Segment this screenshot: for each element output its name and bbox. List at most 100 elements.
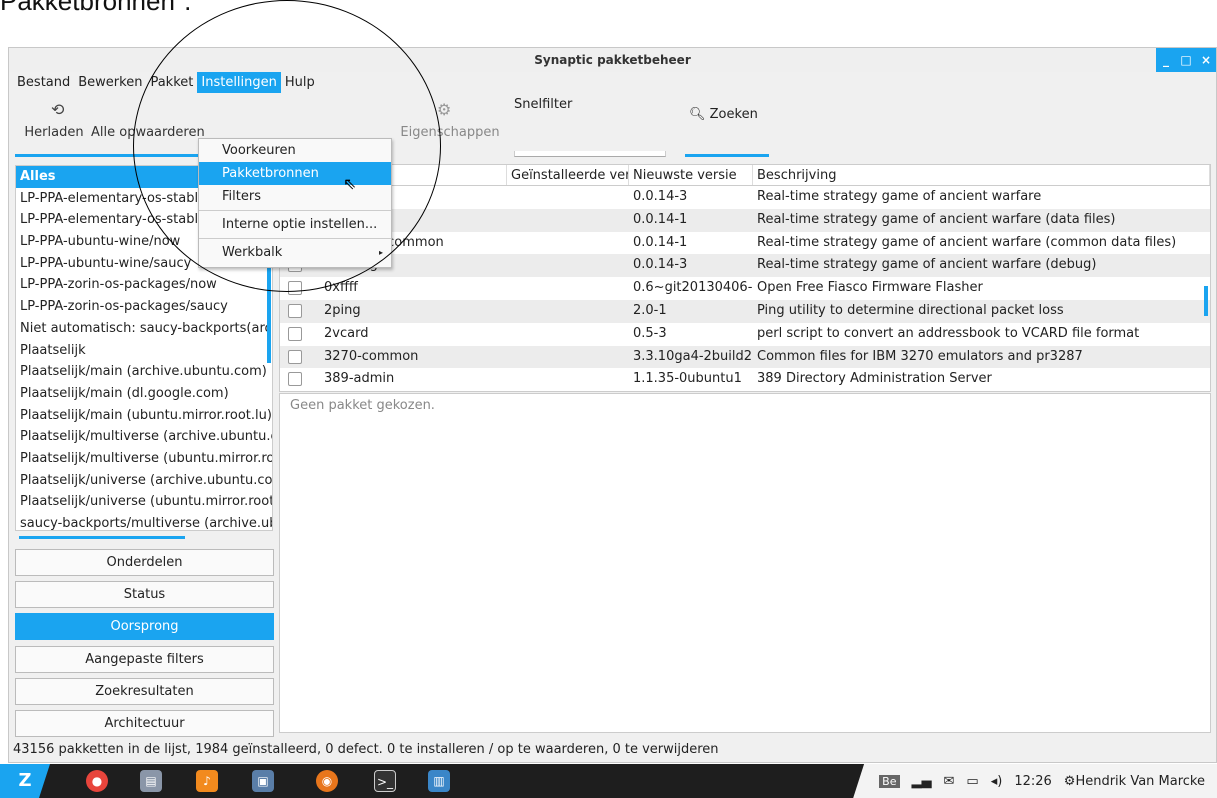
search-icon: 🔍︎ bbox=[689, 107, 706, 122]
properties-button[interactable]: ⚙ Eigenschappen bbox=[395, 93, 505, 153]
source-item[interactable]: Niet automatisch: saucy-backports(arch bbox=[16, 318, 272, 340]
filter-button-architectuur[interactable]: Architectuur bbox=[15, 709, 274, 737]
package-name: 2ping bbox=[324, 302, 361, 318]
filter-button-status[interactable]: Status bbox=[15, 581, 274, 609]
table-row[interactable]: 389-admin 1.1.35-0ubuntu1 389 Directory Ad… bbox=[280, 368, 1210, 391]
filter-button-oorsprong[interactable]: Oorsprong bbox=[15, 613, 274, 641]
screenshot-icon[interactable]: ▣ bbox=[252, 770, 274, 792]
system-tray: Be ▂▄ ✉ ▭ ◂) 12:26 ⚙ Hendrik Van Marcke bbox=[853, 764, 1217, 798]
reload-icon: ⟲ bbox=[51, 100, 65, 119]
table-row[interactable]: 0ad-dbg0.0.14-3Real-time strategy game o… bbox=[280, 254, 1210, 278]
submenu-arrow-icon: ▸ bbox=[378, 248, 383, 257]
filter-button-aangepaste-filters[interactable]: Aangepaste filters bbox=[15, 645, 274, 673]
source-item[interactable]: Plaatselijk/multiverse (archive.ubuntu.c bbox=[16, 426, 272, 448]
table-row[interactable]: 0ad-data-common0.0.14-1Real-time strateg… bbox=[280, 232, 1210, 255]
package-checkbox[interactable] bbox=[280, 300, 320, 323]
source-item[interactable]: LP-PPA-zorin-os-packages/saucy bbox=[16, 296, 272, 318]
source-item[interactable]: Plaatselijk/main (archive.ubuntu.com) bbox=[16, 361, 272, 383]
table-row[interactable]: 0xffff 0.6~git20130406-1 Open Free Fiasco … bbox=[280, 277, 1210, 300]
menu-item-werkbalk-label: Werkbalk bbox=[222, 245, 283, 260]
settings-gear-icon[interactable]: ⚙ bbox=[1064, 774, 1076, 789]
search-button[interactable]: 🔍︎ Zoeken bbox=[689, 107, 758, 122]
package-checkbox[interactable] bbox=[280, 368, 320, 391]
package-details: Geen pakket gekozen. bbox=[279, 393, 1211, 733]
package-checkbox[interactable] bbox=[280, 277, 320, 300]
signal-icon[interactable]: ▂▄ bbox=[912, 774, 932, 789]
quickfilter-label: Snelfilter bbox=[514, 97, 573, 112]
close-button[interactable]: × bbox=[1198, 53, 1214, 67]
search-label: Zoeken bbox=[709, 107, 758, 122]
minimize-button[interactable]: _ bbox=[1158, 53, 1174, 67]
terminal-icon[interactable]: >_ bbox=[374, 770, 396, 792]
package-description: perl script to convert an addressbook to… bbox=[757, 325, 1140, 341]
source-item[interactable]: Plaatselijk/universe (archive.ubuntu.co bbox=[16, 470, 272, 492]
filter-button-onderdelen[interactable]: Onderdelen bbox=[15, 549, 274, 576]
source-item[interactable]: Plaatselijk bbox=[16, 340, 272, 362]
table-row[interactable]: 0ad-data0.0.14-1Real-time strategy game … bbox=[280, 208, 1210, 232]
package-name: 2vcard bbox=[324, 325, 369, 341]
menu-pakket[interactable]: Pakket bbox=[146, 72, 197, 93]
source-item[interactable]: Plaatselijk/universe (ubuntu.mirror.root bbox=[16, 491, 272, 513]
keyboard-layout-badge[interactable]: Be bbox=[879, 774, 900, 788]
column-latest-version[interactable]: Nieuwste versie bbox=[629, 165, 753, 185]
files-icon[interactable]: ▤ bbox=[140, 770, 162, 792]
source-item[interactable]: Plaatselijk/main (dl.google.com) bbox=[16, 383, 272, 405]
clock[interactable]: 12:26 bbox=[1014, 774, 1051, 789]
latest-version: 1.1.35-0ubuntu1 bbox=[633, 371, 742, 387]
quickfilter-input[interactable] bbox=[514, 151, 666, 157]
chrome-icon[interactable]: ● bbox=[86, 770, 108, 792]
menu-bestand[interactable]: Bestand bbox=[13, 72, 74, 93]
filter-button-zoekresultaten[interactable]: Zoekresultaten bbox=[15, 677, 274, 705]
source-item[interactable]: Plaatselijk/main (ubuntu.mirror.root.lu) bbox=[16, 405, 272, 427]
menu-instellingen[interactable]: Instellingen bbox=[197, 72, 281, 93]
package-checkbox[interactable] bbox=[280, 323, 320, 346]
package-description: 389 Directory Administration Server bbox=[757, 371, 992, 387]
menu-item-voorkeuren[interactable]: Voorkeuren bbox=[199, 139, 391, 162]
settings-menu: Voorkeuren Pakketbronnen Filters Interne… bbox=[198, 138, 392, 268]
music-icon[interactable]: ♪ bbox=[196, 770, 218, 792]
maximize-button[interactable]: □ bbox=[1178, 53, 1194, 67]
column-description[interactable]: Beschrijving bbox=[753, 165, 1210, 185]
battery-icon[interactable]: ▭ bbox=[966, 774, 978, 789]
menu-bewerken[interactable]: Bewerken bbox=[74, 72, 146, 93]
document-text: Pakketbronnen". bbox=[0, 0, 192, 16]
package-description: Common files for IBM 3270 emulators and … bbox=[757, 348, 1083, 364]
latest-version: 3.3.10ga4-2build2 bbox=[633, 348, 753, 364]
firefox-icon[interactable]: ◉ bbox=[316, 770, 338, 792]
source-item[interactable]: Plaatselijk/multiverse (ubuntu.mirror.ro bbox=[16, 448, 272, 470]
menu-item-pakketbronnen[interactable]: Pakketbronnen bbox=[199, 162, 391, 185]
sources-hscrollbar[interactable] bbox=[19, 536, 185, 539]
package-checkbox[interactable] bbox=[280, 346, 320, 369]
installed-version bbox=[507, 346, 629, 369]
status-bar: 43156 pakketten in de lijst, 1984 geïnst… bbox=[13, 742, 719, 757]
package-table: Geïnstalleerde ver Nieuwste versie Besch… bbox=[279, 164, 1211, 392]
filter-buttons: Onderdelen Status Oorsprong Aangepaste f… bbox=[15, 549, 274, 742]
table-row[interactable]: 2ping 2.0-1 Ping utility to determine dire… bbox=[280, 299, 1210, 323]
table-scrollbar[interactable] bbox=[1204, 286, 1208, 316]
installed-version bbox=[507, 323, 629, 346]
synaptic-icon[interactable]: ▥ bbox=[428, 770, 450, 792]
mail-icon[interactable]: ✉ bbox=[944, 774, 955, 789]
volume-icon[interactable]: ◂) bbox=[991, 774, 1003, 789]
menu-item-werkbalk[interactable]: Werkbalk ▸ bbox=[199, 241, 391, 264]
source-item[interactable]: saucy-backports/multiverse (archive.ubu bbox=[16, 513, 272, 530]
properties-label: Eigenschappen bbox=[400, 125, 500, 140]
table-row[interactable]: 2vcard 0.5-3 perl script to convert an add… bbox=[280, 323, 1210, 346]
package-description: Real-time strategy game of ancient warfa… bbox=[757, 211, 1116, 227]
menu-item-interne-optie[interactable]: Interne optie instellen... bbox=[199, 213, 391, 236]
latest-version: 0.6~git20130406-1 bbox=[633, 280, 753, 296]
source-item[interactable]: LP-PPA-zorin-os-packages/now bbox=[16, 274, 272, 296]
table-row[interactable]: 3270-common 3.3.10ga4-2build2 Common files… bbox=[280, 345, 1210, 369]
zorin-menu-icon[interactable]: Z bbox=[0, 764, 50, 798]
latest-version: 0.0.14-1 bbox=[633, 211, 688, 227]
user-name[interactable]: Hendrik Van Marcke bbox=[1075, 774, 1205, 789]
menu-item-filters[interactable]: Filters bbox=[199, 185, 391, 208]
menu-separator bbox=[199, 210, 391, 211]
table-row[interactable]: 0ad0.0.14-3Real-time strategy game of an… bbox=[280, 186, 1210, 209]
reload-button[interactable]: ⟲ Herladen bbox=[19, 93, 89, 153]
latest-version: 0.0.14-3 bbox=[633, 257, 688, 273]
column-installed-version[interactable]: Geïnstalleerde ver bbox=[507, 165, 629, 185]
package-name: 0xffff bbox=[324, 280, 358, 296]
menu-hulp[interactable]: Hulp bbox=[281, 72, 319, 93]
upgrade-all-button[interactable]: Alle opwaarderen bbox=[91, 93, 211, 153]
